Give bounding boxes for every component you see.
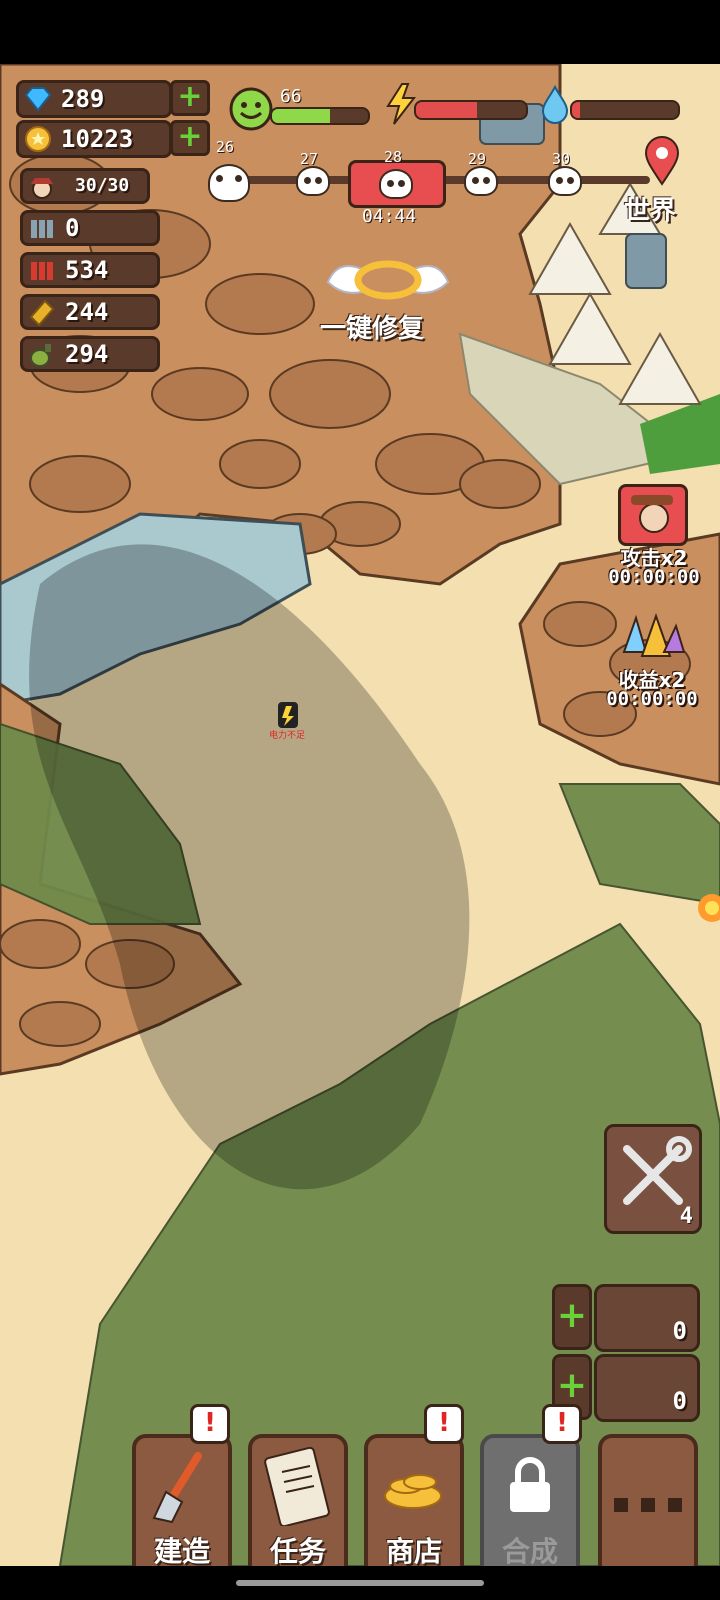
- happiness-value: 66: [280, 86, 302, 107]
- happiness-bar: [270, 107, 370, 125]
- slot-add-button-1[interactable]: +: [552, 1284, 592, 1350]
- repair-all-label: 一键修复: [320, 314, 425, 344]
- build-label: 建造: [153, 1535, 210, 1566]
- coin-pile-icon: [384, 1474, 442, 1509]
- survivor-counter: 30/30: [20, 168, 150, 204]
- shovel-icon: [152, 1452, 202, 1524]
- gem-counter: 289: [16, 80, 172, 118]
- slot-1-count: 0: [672, 1317, 687, 1345]
- skull-boss-icon: [196, 160, 260, 204]
- water-drop-icon: [541, 84, 569, 124]
- ammo-clip-icon: [31, 220, 53, 238]
- water-bar: [570, 100, 680, 120]
- craft-button[interactable]: 合成: [480, 1434, 580, 1566]
- shop-button[interactable]: 商店: [364, 1434, 464, 1566]
- resource-slot-2[interactable]: 0: [594, 1354, 700, 1422]
- grenade-counter: 294: [20, 336, 160, 372]
- lock-icon: [510, 1457, 550, 1512]
- scroll-icon: [264, 1446, 330, 1526]
- wave-26-label: 26: [216, 138, 235, 156]
- survivor-icon: [31, 178, 53, 199]
- skull-icon: [464, 166, 498, 196]
- shop-label: 商店: [385, 1535, 442, 1566]
- skull-icon: [548, 166, 582, 196]
- more-button[interactable]: [598, 1434, 698, 1566]
- shop-alert-icon: !: [424, 1404, 464, 1444]
- more-dots-icon: [614, 1498, 682, 1512]
- game-viewport[interactable]: 电力不足 289 + 10223 + 30/30 0 534 244 294 6…: [0, 64, 720, 1566]
- add-gems-button[interactable]: +: [170, 80, 210, 116]
- cowboy-gunner-icon: [618, 484, 688, 546]
- coin-icon: [25, 126, 51, 152]
- power-shortage-label: 电力不足: [269, 731, 306, 741]
- grenade-icon: [30, 344, 51, 367]
- world-button[interactable]: 世界: [620, 136, 706, 226]
- shell-count: 534: [65, 256, 109, 284]
- tasks-label: 任务: [269, 1535, 326, 1566]
- craft-label: 合成: [501, 1535, 558, 1566]
- shotgun-shell-icon: [31, 262, 53, 280]
- add-coins-button[interactable]: +: [170, 120, 210, 156]
- skull-icon: [296, 166, 330, 196]
- survivor-count: 30/30: [75, 175, 130, 196]
- tools-count: 4: [679, 1204, 693, 1229]
- slot-2-count: 0: [672, 1387, 687, 1415]
- bullet-counter: 244: [20, 294, 160, 330]
- map-pin-icon: [644, 136, 680, 186]
- crystal-income-icon: [622, 612, 686, 657]
- resource-slot-1[interactable]: 0: [594, 1284, 700, 1352]
- build-alert-icon: !: [190, 1404, 230, 1444]
- bullet-count: 244: [65, 298, 109, 326]
- clip-count: 0: [65, 214, 80, 242]
- attack-boost-timer: 00:00:00: [608, 566, 700, 588]
- tasks-button[interactable]: 任务: [248, 1434, 348, 1566]
- income-boost-button[interactable]: 收益x2 00:00:00: [592, 612, 712, 712]
- grenade-count: 294: [65, 340, 109, 368]
- skull-icon: [379, 169, 413, 199]
- home-indicator[interactable]: [236, 1580, 484, 1586]
- wave-timer: 04:44: [362, 206, 417, 227]
- tools-button[interactable]: 4: [604, 1124, 702, 1234]
- gem-count: 289: [61, 85, 105, 113]
- coin-count: 10223: [61, 125, 134, 153]
- bullet-icon: [29, 299, 55, 327]
- wave-28-label: 28: [384, 148, 403, 166]
- smiley-icon: [229, 87, 273, 131]
- repair-all-button[interactable]: 一键修复: [318, 252, 458, 352]
- world-label: 世界: [624, 196, 677, 226]
- clip-counter: 0: [20, 210, 160, 246]
- shell-counter: 534: [20, 252, 160, 288]
- lightning-icon: [386, 83, 417, 125]
- power-bar: [414, 100, 528, 120]
- craft-alert-icon: !: [542, 1404, 582, 1444]
- build-button[interactable]: 建造: [132, 1434, 232, 1566]
- halo-wings-icon: [326, 260, 450, 300]
- coin-counter: 10223: [16, 120, 172, 158]
- wrench-screwdriver-icon: [623, 1136, 692, 1205]
- gem-icon: [24, 87, 52, 112]
- income-boost-timer: 00:00:00: [606, 688, 698, 710]
- current-wave-badge: [348, 160, 446, 208]
